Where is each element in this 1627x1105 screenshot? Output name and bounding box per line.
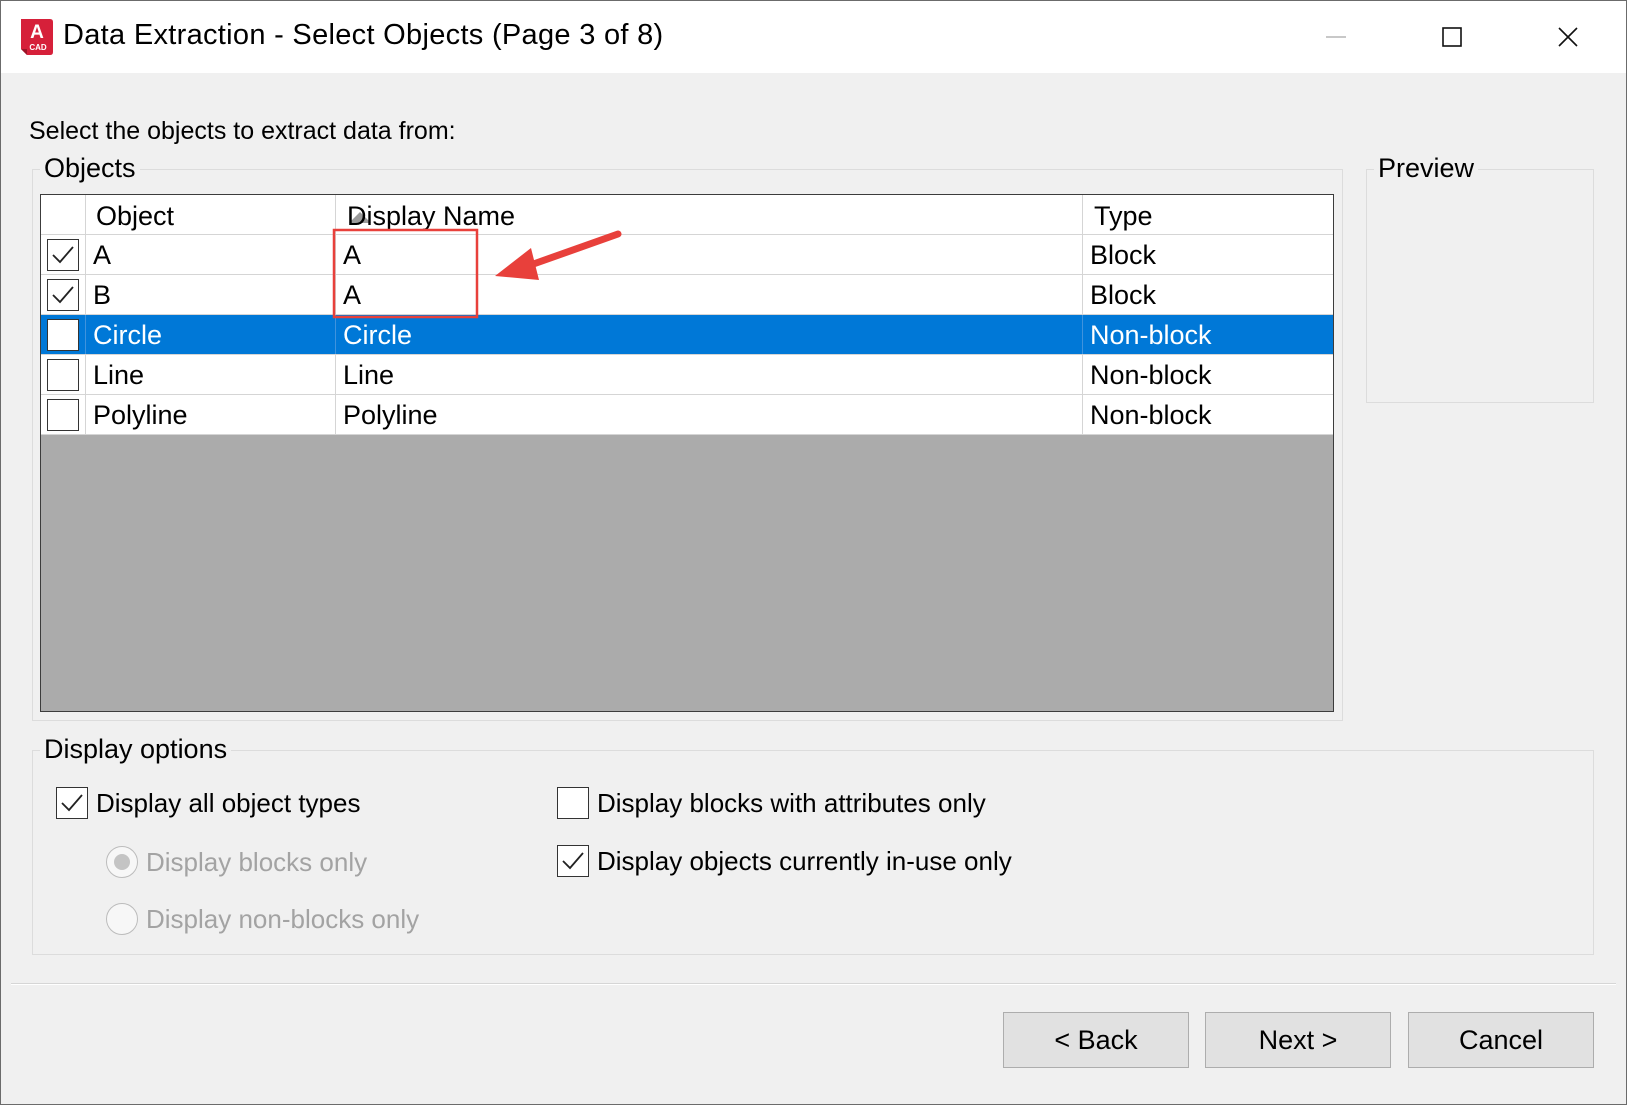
minimize-button[interactable] — [1306, 15, 1366, 59]
minimize-icon — [1326, 36, 1346, 38]
row-checkbox[interactable] — [47, 319, 79, 351]
row-checkbox[interactable] — [47, 279, 79, 311]
object-cell: Line — [86, 355, 336, 394]
footer-divider — [11, 983, 1616, 985]
display-name-cell[interactable]: A — [336, 235, 1083, 274]
object-cell: B — [86, 275, 336, 314]
cancel-button[interactable]: Cancel — [1408, 1012, 1594, 1068]
display-name-cell[interactable]: Circle — [336, 315, 1083, 354]
checkmark-icon — [52, 246, 74, 264]
preview-group-label: Preview — [1374, 153, 1479, 184]
objects-group-label: Objects — [40, 153, 140, 184]
row-checkbox[interactable] — [47, 399, 79, 431]
type-cell: Non-block — [1090, 320, 1212, 350]
checkmark-icon — [61, 794, 83, 812]
type-cell: Block — [1090, 240, 1157, 270]
back-button[interactable]: < Back — [1003, 1012, 1189, 1068]
object-cell: Circle — [86, 315, 336, 354]
instruction-text: Select the objects to extract data from: — [29, 117, 456, 145]
next-button[interactable]: Next > — [1205, 1012, 1391, 1068]
table-row-selected[interactable]: Circle Circle Non-block — [41, 315, 1333, 355]
object-cell: A — [86, 235, 336, 274]
svg-text:CAD: CAD — [29, 43, 47, 52]
type-cell: Block — [1090, 280, 1157, 310]
type-cell: Non-block — [1090, 400, 1212, 430]
display-name-cell[interactable]: Polyline — [336, 395, 1083, 434]
title-bar: A CAD Data Extraction - Select Objects (… — [1, 1, 1626, 73]
object-cell: Polyline — [86, 395, 336, 434]
radio-selected-dot — [114, 854, 130, 870]
maximize-icon — [1442, 27, 1462, 47]
row-checkbox[interactable] — [47, 359, 79, 391]
checkmark-icon — [562, 852, 584, 870]
list-header: Object Display Name Type — [41, 195, 1333, 235]
table-row[interactable]: Polyline Polyline Non-block — [41, 395, 1333, 435]
table-row[interactable]: Line Line Non-block — [41, 355, 1333, 395]
display-name-cell[interactable]: Line — [336, 355, 1083, 394]
preview-pane — [1366, 169, 1594, 403]
close-icon — [1558, 27, 1578, 47]
close-button[interactable] — [1538, 15, 1598, 59]
column-header-type[interactable]: Type — [1083, 195, 1333, 235]
window-title: Data Extraction - Select Objects (Page 3… — [63, 19, 664, 51]
objects-list[interactable]: Object Display Name Type A A Block B A B… — [40, 194, 1334, 712]
data-extraction-dialog: A CAD Data Extraction - Select Objects (… — [0, 0, 1627, 1105]
table-row[interactable]: A A Block — [41, 235, 1333, 275]
column-header-display-name[interactable]: Display Name — [336, 195, 1083, 235]
column-header-check[interactable] — [41, 195, 86, 235]
checkmark-icon — [52, 286, 74, 304]
table-row[interactable]: B A Block — [41, 275, 1333, 315]
row-checkbox[interactable] — [47, 239, 79, 271]
column-header-object[interactable]: Object — [86, 195, 371, 235]
svg-text:A: A — [30, 22, 44, 43]
display-options-group-label: Display options — [40, 734, 232, 765]
type-cell: Non-block — [1090, 360, 1212, 390]
autocad-app-icon: A CAD — [19, 17, 55, 57]
display-name-cell[interactable]: A — [336, 275, 1083, 314]
maximize-button[interactable] — [1422, 15, 1482, 59]
